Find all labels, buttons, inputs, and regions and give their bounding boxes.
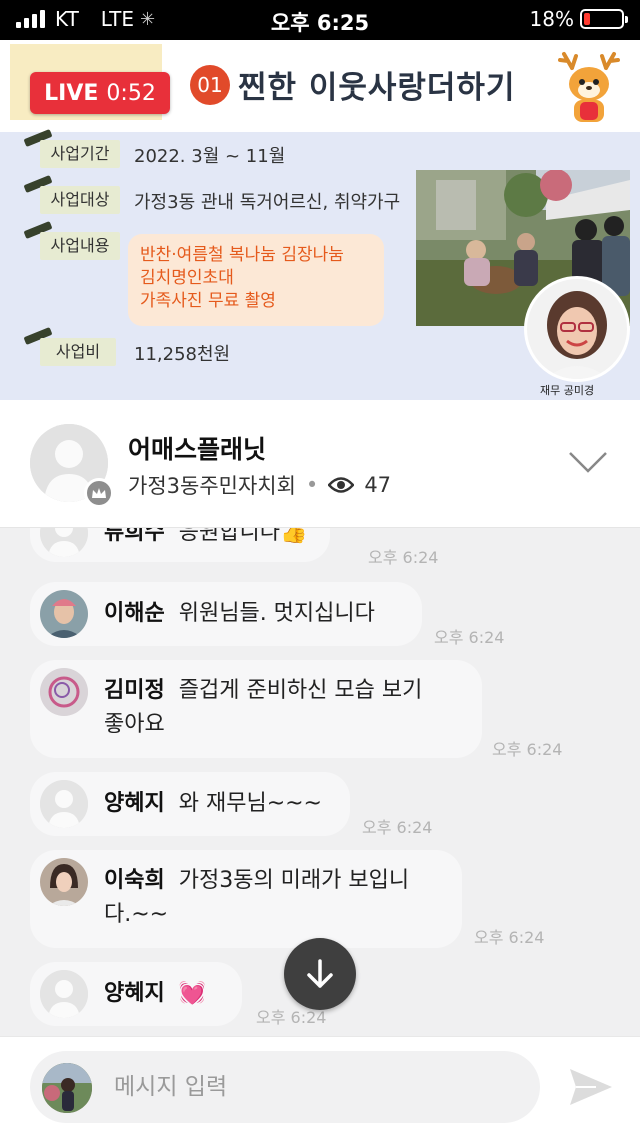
message-time: 오후 6:24: [434, 628, 505, 647]
message-text: 김미정 즐겁게 준비하신 모습 보기: [104, 674, 422, 708]
deer-mascot-icon: [558, 52, 620, 122]
channel-info: 가정3동주민자치회 • 47: [128, 470, 391, 500]
battery-percent: 18%: [529, 7, 574, 31]
user-avatar: [40, 970, 88, 1018]
message-text: 양혜지 💓: [104, 977, 206, 1011]
message-author: 양혜지: [104, 981, 165, 1006]
send-button[interactable]: [566, 1065, 616, 1109]
message-time: 오후 6:24: [362, 818, 433, 837]
crown-icon: [84, 478, 114, 508]
message-text: 이숙희 가정3동의 미래가 보입니: [104, 864, 409, 898]
message-body: 응원합니다: [178, 528, 280, 545]
arrow-down-icon: [307, 959, 333, 988]
chat-message: 양혜지 와 재무님~~~: [30, 772, 350, 836]
message-input-container[interactable]: [30, 1051, 540, 1123]
chat-message: 류희수 응원합니다👍: [30, 528, 330, 562]
chat-message: 김미정 즐겁게 준비하신 모습 보기 좋아요: [30, 660, 482, 758]
label-period: 사업기간: [40, 140, 120, 168]
message-author: 양혜지: [104, 791, 165, 816]
message-body: 와 재무님~~~: [178, 791, 322, 816]
message-author: 이숙희: [104, 868, 165, 893]
member-portrait: [524, 276, 630, 382]
channel-header: 어매스플래닛 가정3동주민자치회 • 47: [0, 400, 640, 528]
message-body: 위원님들. 멋지십니다: [178, 601, 375, 626]
message-text-line2: 좋아요: [104, 712, 165, 737]
portrait-caption: 재무 공미경: [540, 384, 595, 397]
message-input[interactable]: [114, 1067, 524, 1107]
value-period: 2022. 3월 ~ 11월: [134, 146, 286, 167]
label-content: 사업내용: [40, 232, 120, 260]
user-avatar: [40, 590, 88, 638]
content-line: 김치명인초대: [140, 268, 234, 288]
heart-icon: 💓: [178, 981, 207, 1006]
message-body: 즐겁게 준비하신 모습 보기: [178, 678, 423, 703]
message-time: 오후 6:24: [474, 928, 545, 947]
content-line: 가족사진 무료 촬영: [140, 291, 276, 311]
value-target: 가정3동 관내 독거어르신, 취약가구: [134, 192, 401, 213]
status-bar: KT LTE ✳ 오후 6:25 18%: [0, 0, 640, 40]
message-author: 류희수: [104, 528, 165, 545]
separator-dot: •: [305, 473, 319, 497]
live-label: LIVE: [44, 80, 99, 106]
label-target: 사업대상: [40, 186, 120, 214]
message-text: 이해순 위원님들. 멋지십니다: [104, 597, 375, 631]
chat-message: 이숙희 가정3동의 미래가 보입니 다.~~: [30, 850, 462, 948]
message-text-line2: 다.~~: [104, 902, 169, 927]
message-text: 양혜지 와 재무님~~~: [104, 787, 322, 821]
thumbs-up-icon: 👍: [279, 528, 308, 545]
scroll-to-bottom-button[interactable]: [284, 938, 356, 1010]
value-budget: 11,258천원: [134, 344, 231, 365]
live-badge: LIVE 0:52: [30, 72, 170, 114]
viewer-count: 47: [364, 473, 392, 497]
message-author: 이해순: [104, 601, 165, 626]
message-time: 오후 6:24: [368, 548, 439, 567]
chevron-down-icon[interactable]: [568, 450, 608, 474]
content-line: 반찬·여름철 복나눔 김장나눔: [140, 245, 344, 265]
user-avatar: [40, 528, 88, 557]
channel-group[interactable]: 가정3동주민자치회: [128, 470, 296, 500]
label-budget: 사업비: [40, 338, 116, 366]
title-number-badge: 01: [190, 65, 230, 105]
user-avatar: [40, 780, 88, 828]
user-avatar: [40, 668, 88, 716]
eye-icon: [328, 477, 355, 493]
value-content: 반찬·여름철 복나눔 김장나눔 김치명인초대 가족사진 무료 촬영: [128, 234, 384, 326]
chat-message: 양혜지 💓: [30, 962, 242, 1026]
channel-name: 어매스플래닛: [128, 435, 267, 464]
live-video[interactable]: 01 찐한 이웃사랑더하기 LIVE 0:52 사업기간 2022. 3월 ~ …: [0, 40, 640, 400]
my-avatar: [42, 1063, 92, 1113]
video-title: 찐한 이웃사랑더하기: [238, 70, 516, 106]
message-input-bar: [0, 1036, 640, 1136]
battery-icon: [580, 9, 628, 29]
message-text: 류희수 응원합니다👍: [104, 528, 307, 550]
user-avatar: [40, 858, 88, 906]
message-time: 오후 6:24: [492, 740, 563, 759]
message-body: 가정3동의 미래가 보입니: [178, 868, 410, 893]
battery-fill: [584, 13, 590, 25]
chat-message: 이해순 위원님들. 멋지십니다: [30, 582, 422, 646]
chat-list[interactable]: 류희수 응원합니다👍 오후 6:24 이해순 위원님들. 멋지십니다 오후 6:24…: [0, 528, 640, 1036]
message-author: 김미정: [104, 678, 165, 703]
live-timer: 0:52: [106, 80, 156, 106]
